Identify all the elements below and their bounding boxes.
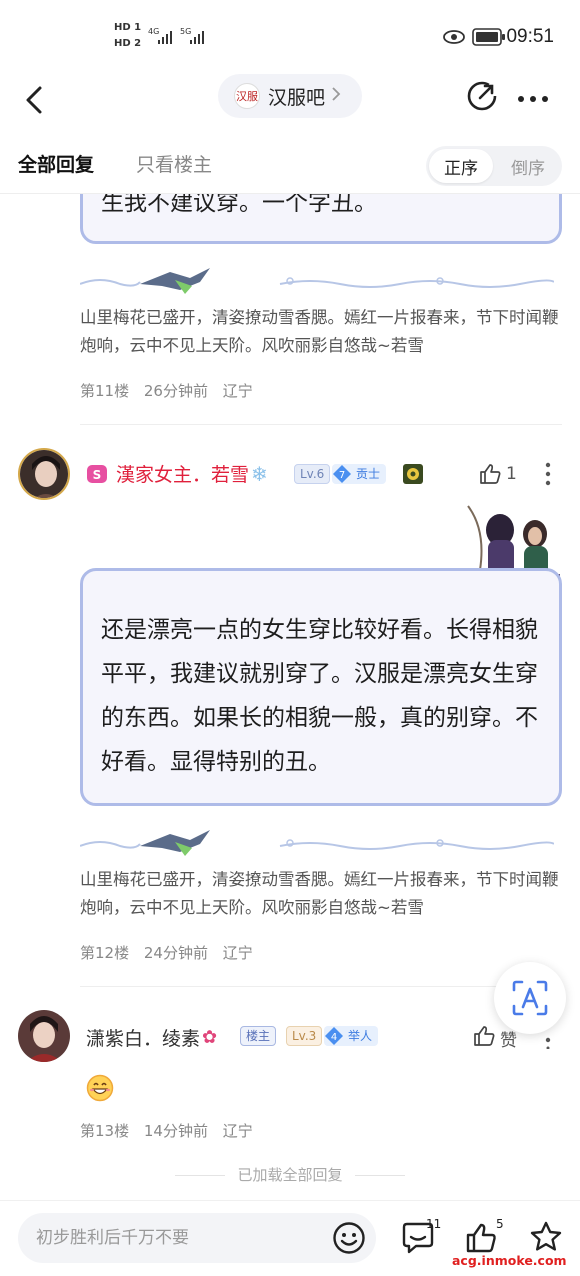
level-badge: Lv.3	[286, 1026, 323, 1046]
avatar[interactable]	[18, 1010, 70, 1062]
username[interactable]: 漢家女主．若雪	[116, 460, 249, 487]
post-meta: 第11楼 26分钟前 辽宁	[80, 380, 253, 401]
sim-indicator: HD 1 HD 2	[114, 22, 142, 49]
user-signature: 山里梅花已盛开，清姿撩动雪香腮。嫣红一片报春来，节下时闻鞭炮响，云中不见上天阶。…	[80, 870, 559, 917]
like-count: 1	[506, 464, 517, 484]
more-icon[interactable]	[517, 88, 549, 107]
username-row: S 漢家女主．若雪 ❄	[86, 460, 268, 487]
signature-divider	[79, 826, 555, 866]
vip-icon: S	[87, 464, 107, 483]
reply-input[interactable]: 初步胜利后千万不要	[18, 1213, 376, 1263]
username-row: 潇紫白．绫素 ✿	[86, 1024, 217, 1051]
snowflake-icon: ❄	[251, 461, 268, 486]
scan-text-icon	[512, 980, 548, 1016]
diamond-icon: 7	[333, 465, 351, 483]
svg-text:7: 7	[339, 470, 345, 481]
chevron-right-icon	[331, 86, 341, 106]
medal-icon	[402, 463, 424, 484]
post-meta: 第12楼 24分钟前 辽宁	[80, 942, 253, 963]
sort-desc-button[interactable]: 倒序	[498, 149, 558, 183]
post-meta: 第13楼 14分钟前 辽宁	[80, 1120, 253, 1141]
avatar[interactable]	[18, 448, 70, 500]
grin-emoji-icon	[86, 1074, 114, 1102]
forum-name: 汉服吧	[268, 86, 326, 109]
like-icon[interactable]	[472, 1024, 496, 1052]
rank-badge: 7 贡士	[332, 464, 387, 484]
svg-text:4G: 4G	[148, 27, 159, 36]
post-time: 24分钟前	[143, 944, 208, 962]
floor-number: 第12楼	[80, 944, 130, 962]
forum-title-button[interactable]: 汉服 汉服吧	[218, 74, 362, 118]
svg-text:S: S	[93, 468, 102, 482]
status-bar: HD 1 HD 2 4G 5G 09:51	[0, 0, 580, 74]
clock: 09:51	[506, 26, 554, 47]
post-bubble: 还是漂亮一点的女生穿比较好看。长得相貌平平，我建议就别穿了。汉服是漂亮女生穿的东…	[80, 568, 562, 806]
post-location: 辽宁	[222, 944, 253, 962]
top-nav: 汉服 汉服吧	[0, 74, 580, 124]
rank-badge: 4 举人	[324, 1026, 379, 1046]
post-location: 辽宁	[222, 382, 253, 400]
signal-icon: 4G 5G	[148, 26, 208, 46]
rank-name: 贡士	[356, 467, 381, 481]
post-time: 14分钟前	[143, 1122, 208, 1140]
post-separator	[80, 986, 562, 987]
op-badge: 楼主	[240, 1026, 277, 1046]
post-more-icon[interactable]	[545, 1034, 551, 1053]
post-separator	[80, 424, 562, 425]
comment-count: 11	[426, 1217, 442, 1231]
battery-icon	[472, 28, 506, 50]
forum-logo: 汉服	[234, 83, 260, 109]
eye-comfort-icon	[443, 29, 465, 48]
signature-divider	[79, 264, 555, 304]
diamond-icon: 4	[325, 1027, 343, 1045]
svg-text:5G: 5G	[180, 27, 191, 36]
reply-tabs: 全部回复 只看楼主 正序 倒序	[0, 140, 580, 194]
tab-all-replies[interactable]: 全部回复	[18, 150, 94, 177]
ai-read-button[interactable]	[494, 962, 566, 1034]
watermark-text: acg.inmoke.com	[452, 1253, 567, 1268]
like-count: 5	[496, 1217, 504, 1231]
rank-name: 举人	[348, 1029, 373, 1043]
sort-toggle: 正序 倒序	[426, 146, 562, 186]
post-time: 26分钟前	[143, 382, 208, 400]
username[interactable]: 潇紫白．绫素	[86, 1024, 200, 1051]
like-icon[interactable]	[478, 462, 502, 490]
svg-text:4: 4	[331, 1032, 337, 1043]
sort-asc-button[interactable]: 正序	[429, 149, 493, 183]
post-more-icon[interactable]	[545, 462, 551, 490]
post-content: 还是漂亮一点的女生穿比较好看。长得相貌平平，我建议就别穿了。汉服是漂亮女生穿的东…	[101, 617, 538, 775]
back-button[interactable]	[22, 80, 50, 120]
loaded-all-notice: 已加载全部回复	[0, 1164, 580, 1185]
user-signature: 山里梅花已盛开，清姿撩动雪香腮。嫣红一片报春来，节下时闻鞭炮响，云中不见上天阶。…	[80, 308, 559, 355]
floor-number: 第13楼	[80, 1122, 130, 1140]
floor-number: 第11楼	[80, 382, 130, 400]
emoji-icon[interactable]	[332, 1221, 366, 1259]
post-location: 辽宁	[222, 1122, 253, 1140]
flower-icon: ✿	[202, 1027, 218, 1048]
level-badge: Lv.6	[294, 464, 331, 484]
share-icon[interactable]	[466, 80, 498, 116]
tab-op-only[interactable]: 只看楼主	[136, 150, 212, 177]
